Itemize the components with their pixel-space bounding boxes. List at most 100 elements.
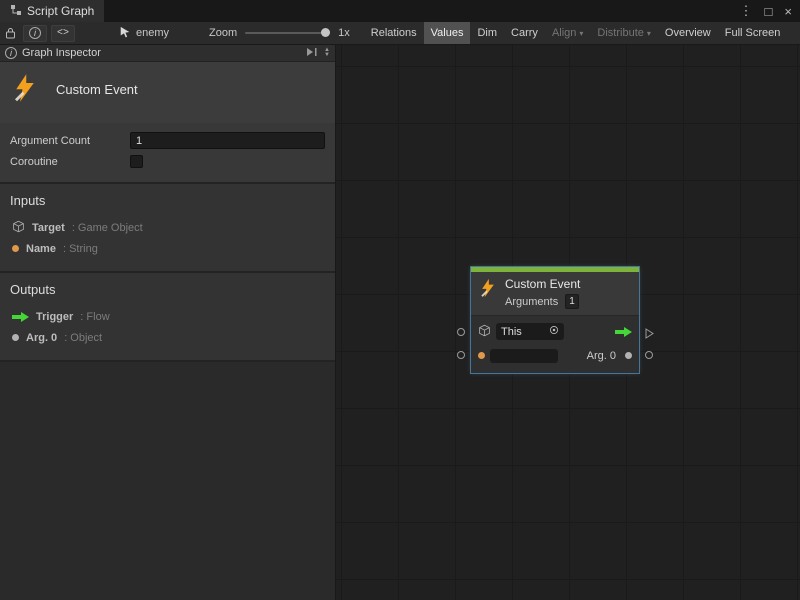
inspector-node-title: Custom Event xyxy=(56,82,138,97)
custom-event-icon xyxy=(10,73,40,106)
output-port-arg0[interactable] xyxy=(645,351,653,359)
coroutine-row: Coroutine xyxy=(10,151,325,172)
arg0-label: Arg. 0 xyxy=(587,350,616,362)
overview-label: Overview xyxy=(665,27,711,39)
values-button[interactable]: Values xyxy=(424,22,471,44)
port-name: Arg. 0 xyxy=(26,332,57,344)
overview-button[interactable]: Overview xyxy=(658,22,718,44)
graph-pointer-icon xyxy=(119,26,131,41)
string-port-icon xyxy=(12,245,19,252)
distribute-label: Distribute xyxy=(597,27,643,39)
distribute-dropdown[interactable]: Distribute ▾ xyxy=(590,22,657,44)
graph-inspector-header: i Graph Inspector ▲ ▼ xyxy=(0,45,335,62)
carry-button[interactable]: Carry xyxy=(504,22,545,44)
port-type: : String xyxy=(63,243,98,255)
node-fields: Argument Count Coroutine xyxy=(0,123,335,182)
port-name: Name xyxy=(26,243,56,255)
zoom-label: Zoom xyxy=(209,27,237,39)
port-name: Trigger xyxy=(36,311,73,323)
target-port-row: This xyxy=(478,323,632,340)
chevron-down-icon: ▾ xyxy=(647,29,651,38)
trigger-port-icon[interactable] xyxy=(615,327,632,337)
node-arguments-label: Arguments xyxy=(505,296,558,308)
info-icon: i xyxy=(29,27,41,39)
string-port-icon xyxy=(478,352,485,359)
object-port-icon xyxy=(12,334,19,341)
zoom-slider-thumb[interactable] xyxy=(321,28,330,37)
info-icon: i xyxy=(5,47,17,59)
output-port-trigger[interactable] xyxy=(645,326,654,344)
coroutine-checkbox[interactable] xyxy=(130,155,143,168)
graph-inspector-panel: i Graph Inspector ▲ ▼ xyxy=(0,45,336,600)
custom-event-node[interactable]: Custom Event Arguments 1 This xyxy=(471,267,639,373)
inputs-title: Inputs xyxy=(10,193,325,208)
input-port-name[interactable] xyxy=(457,351,465,359)
object-picker-icon[interactable] xyxy=(549,325,559,338)
node-header[interactable]: Custom Event Arguments 1 xyxy=(471,272,639,315)
zoom-control: Zoom 1x xyxy=(209,27,350,39)
inputs-section: Inputs Target : Game Object Name : Strin… xyxy=(0,182,335,271)
maximize-icon[interactable]: □ xyxy=(765,4,773,19)
carry-label: Carry xyxy=(511,27,538,39)
node-body: This Arg. 0 xyxy=(471,315,639,373)
inspector-empty-area xyxy=(0,360,335,600)
unity-script-graph-window: Script Graph ⋮ □ × i <> enemy Zoom xyxy=(0,0,800,600)
fullscreen-label: Full Screen xyxy=(725,27,781,39)
lock-icon[interactable] xyxy=(0,22,21,44)
port-type: : Flow xyxy=(80,311,109,323)
node-title: Custom Event xyxy=(505,277,580,291)
code-icon: <> xyxy=(57,28,69,39)
align-dropdown[interactable]: Align ▾ xyxy=(545,22,590,44)
window-menu-icon[interactable]: ⋮ xyxy=(740,3,753,19)
titlebar: Script Graph ⋮ □ × xyxy=(0,0,800,22)
graph-target-label: enemy xyxy=(136,27,169,39)
code-view-button[interactable]: <> xyxy=(51,25,75,42)
target-object-field[interactable]: This xyxy=(496,323,564,340)
arg0-port-icon[interactable] xyxy=(625,352,632,359)
graph-canvas[interactable]: Custom Event Arguments 1 This xyxy=(336,45,800,600)
flow-arrow-icon xyxy=(12,312,29,322)
relations-label: Relations xyxy=(371,27,417,39)
dim-button[interactable]: Dim xyxy=(470,22,504,44)
target-object-value: This xyxy=(501,326,545,338)
zoom-value: 1x xyxy=(338,27,350,39)
cube-icon xyxy=(478,324,491,340)
inspector-toggle-button[interactable]: i xyxy=(23,25,47,42)
dim-label: Dim xyxy=(477,27,497,39)
cube-icon xyxy=(12,220,25,236)
align-label: Align xyxy=(552,27,576,39)
outputs-title: Outputs xyxy=(10,282,325,297)
spinner-down-icon[interactable]: ▼ xyxy=(324,53,330,58)
argument-count-label: Argument Count xyxy=(10,135,130,147)
toolbar-buttons: Relations Values Dim Carry Align ▾ Distr… xyxy=(364,22,788,44)
script-graph-icon xyxy=(10,4,22,19)
port-type: : Object xyxy=(64,332,102,344)
name-port-row: Arg. 0 xyxy=(478,347,632,364)
relations-button[interactable]: Relations xyxy=(364,22,424,44)
node-summary: Custom Event xyxy=(0,62,335,123)
tab-script-graph[interactable]: Script Graph xyxy=(0,0,104,22)
zoom-slider[interactable] xyxy=(245,32,330,34)
custom-event-icon xyxy=(478,277,498,309)
list-item: Arg. 0 : Object xyxy=(10,327,325,348)
close-icon[interactable]: × xyxy=(784,4,792,19)
argument-count-row: Argument Count xyxy=(10,130,325,151)
list-item: Name : String xyxy=(10,238,325,259)
collapse-panel-icon[interactable] xyxy=(306,47,318,60)
coroutine-label: Coroutine xyxy=(10,156,130,168)
graph-inspector-title: Graph Inspector xyxy=(22,47,101,59)
event-name-field[interactable] xyxy=(490,349,558,363)
list-item: Target : Game Object xyxy=(10,217,325,238)
panel-scrubber[interactable]: ▲ ▼ xyxy=(324,48,330,58)
port-type: : Game Object xyxy=(72,222,143,234)
list-item: Trigger : Flow xyxy=(10,306,325,327)
values-label: Values xyxy=(431,27,464,39)
port-name: Target xyxy=(32,222,65,234)
argument-count-input[interactable] xyxy=(130,132,325,149)
fullscreen-button[interactable]: Full Screen xyxy=(718,22,788,44)
chevron-down-icon: ▾ xyxy=(579,29,583,38)
outputs-section: Outputs Trigger : Flow Arg. 0 : Object xyxy=(0,271,335,360)
graph-target[interactable]: enemy xyxy=(119,26,169,41)
input-port-target[interactable] xyxy=(457,328,465,336)
node-arguments-field[interactable]: 1 xyxy=(565,294,579,309)
